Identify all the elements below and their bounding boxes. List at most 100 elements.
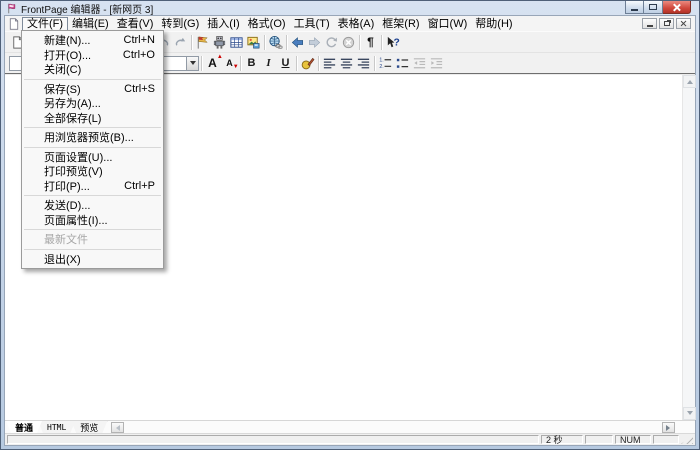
decrease-text-size-button[interactable]: A▼ bbox=[221, 55, 238, 72]
numbered-list-icon: 1.2. bbox=[378, 56, 393, 71]
status-cell-empty bbox=[653, 435, 679, 444]
show-todo-list-button[interactable] bbox=[211, 34, 228, 51]
document-system-icon[interactable] bbox=[8, 18, 20, 30]
insert-table-icon bbox=[229, 35, 244, 50]
arrow-left-icon bbox=[113, 425, 120, 431]
paragraph-mark-icon: ¶ bbox=[367, 35, 374, 49]
mdi-minimize-button[interactable] bbox=[642, 18, 657, 29]
titlebar[interactable]: FrontPage 编辑器 - [新网页 3] bbox=[1, 1, 699, 15]
numbered-list-button[interactable]: 1.2. bbox=[377, 55, 394, 72]
redo-button[interactable] bbox=[172, 34, 189, 51]
font-combo-dropdown-button[interactable] bbox=[186, 57, 198, 70]
resize-grip[interactable] bbox=[681, 435, 693, 444]
menubar-item-window[interactable]: 窗口(W) bbox=[424, 17, 472, 31]
redo-icon bbox=[173, 35, 188, 50]
menu-item-close[interactable]: 关闭(C) bbox=[22, 62, 163, 77]
help-button[interactable]: ? bbox=[384, 34, 401, 51]
menu-item-save-as[interactable]: 另存为(A)... bbox=[22, 96, 163, 111]
menubar-item-tools[interactable]: 工具(T) bbox=[290, 17, 334, 31]
menu-item-preview-in-browser[interactable]: 用浏览器预览(B)... bbox=[22, 130, 163, 145]
menu-item-page-properties[interactable]: 页面属性(I)... bbox=[22, 213, 163, 228]
align-center-button[interactable] bbox=[338, 55, 355, 72]
menu-item-send[interactable]: 发送(D)... bbox=[22, 198, 163, 213]
menu-item-print-preview[interactable]: 打印预览(V) bbox=[22, 164, 163, 179]
show-frontpage-explorer-button[interactable] bbox=[194, 34, 211, 51]
menubar-item-go[interactable]: 转到(G) bbox=[157, 17, 203, 31]
stop-button[interactable] bbox=[340, 34, 357, 51]
menubar-item-insert[interactable]: 插入(I) bbox=[203, 17, 243, 31]
menubar-item-format[interactable]: 格式(O) bbox=[244, 17, 290, 31]
minimize-icon bbox=[631, 9, 638, 11]
close-button[interactable] bbox=[663, 1, 691, 14]
menubar-item-table[interactable]: 表格(A) bbox=[334, 17, 379, 31]
arrow-right-icon bbox=[666, 425, 673, 431]
tab-html[interactable]: HTML bbox=[38, 421, 75, 433]
todo-robot-icon bbox=[212, 35, 227, 50]
show-paragraph-marks-button[interactable]: ¶ bbox=[362, 34, 379, 51]
menu-item-print[interactable]: 打印(P)...Ctrl+P bbox=[22, 179, 163, 194]
menubar-item-file[interactable]: 文件(F) bbox=[22, 17, 68, 31]
menu-item-page-setup[interactable]: 页面设置(U)... bbox=[22, 150, 163, 165]
create-hyperlink-button[interactable] bbox=[267, 34, 284, 51]
mdi-minimize-icon bbox=[647, 25, 653, 27]
tab-normal[interactable]: 普通 bbox=[6, 421, 42, 433]
menu-item-exit[interactable]: 退出(X) bbox=[22, 252, 163, 267]
mdi-restore-button[interactable] bbox=[659, 18, 674, 29]
bold-icon: B bbox=[248, 57, 256, 69]
increase-indent-button[interactable] bbox=[428, 55, 445, 72]
scroll-down-button[interactable] bbox=[683, 407, 696, 420]
menu-item-new[interactable]: 新建(N)...Ctrl+N bbox=[22, 33, 163, 48]
align-right-button[interactable] bbox=[355, 55, 372, 72]
align-left-button[interactable] bbox=[321, 55, 338, 72]
toolbar-separator bbox=[296, 56, 297, 71]
menu-bar: 文件(F) 编辑(E) 查看(V) 转到(G) 插入(I) 格式(O) 工具(T… bbox=[5, 16, 695, 31]
maximize-button[interactable] bbox=[644, 1, 663, 14]
align-left-icon bbox=[322, 56, 337, 71]
tab-preview[interactable]: 预览 bbox=[71, 421, 107, 433]
text-color-button[interactable] bbox=[299, 55, 316, 72]
toolbar-separator bbox=[381, 35, 382, 50]
arrow-up-icon bbox=[687, 77, 693, 84]
tab-html-label: HTML bbox=[47, 423, 66, 432]
view-tab-bar: 普通 HTML 预览 bbox=[5, 420, 695, 433]
menubar-item-view[interactable]: 查看(V) bbox=[113, 17, 158, 31]
status-cell-empty bbox=[585, 435, 613, 444]
frontpage-app-icon bbox=[6, 3, 17, 14]
align-center-icon bbox=[339, 56, 354, 71]
hscroll-left-button[interactable] bbox=[111, 422, 124, 433]
menubar-item-help[interactable]: 帮助(H) bbox=[471, 17, 516, 31]
menu-separator bbox=[24, 249, 161, 250]
bulleted-list-button[interactable] bbox=[394, 55, 411, 72]
refresh-button[interactable] bbox=[323, 34, 340, 51]
explorer-flag-icon bbox=[195, 35, 210, 50]
hscroll-right-button[interactable] bbox=[662, 422, 675, 433]
menubar-item-frame[interactable]: 框架(R) bbox=[378, 17, 423, 31]
horizontal-scrollbar-track[interactable] bbox=[124, 421, 658, 433]
italic-button[interactable]: I bbox=[260, 55, 277, 72]
increase-text-size-button[interactable]: A▲ bbox=[204, 55, 221, 72]
decrease-indent-button[interactable] bbox=[411, 55, 428, 72]
minimize-button[interactable] bbox=[625, 1, 644, 14]
svg-text:1.: 1. bbox=[379, 57, 383, 63]
toolbar-separator bbox=[359, 35, 360, 50]
increase-indent-icon bbox=[429, 56, 444, 71]
insert-image-button[interactable] bbox=[245, 34, 262, 51]
insert-table-button[interactable] bbox=[228, 34, 245, 51]
bulleted-list-icon bbox=[395, 56, 410, 71]
mdi-close-button[interactable] bbox=[676, 18, 691, 29]
bold-button[interactable]: B bbox=[243, 55, 260, 72]
menu-item-save-all[interactable]: 全部保存(L) bbox=[22, 111, 163, 126]
menubar-item-edit[interactable]: 编辑(E) bbox=[68, 17, 113, 31]
mdi-restore-icon bbox=[664, 21, 670, 26]
menu-item-save[interactable]: 保存(S)Ctrl+S bbox=[22, 82, 163, 97]
menu-separator bbox=[24, 79, 161, 80]
toolbar-separator bbox=[286, 35, 287, 50]
back-button[interactable] bbox=[289, 34, 306, 51]
forward-button[interactable] bbox=[306, 34, 323, 51]
status-load-time: 2 秒 bbox=[541, 435, 583, 444]
menu-item-open[interactable]: 打开(O)...Ctrl+O bbox=[22, 48, 163, 63]
scroll-up-button[interactable] bbox=[683, 75, 696, 88]
underline-button[interactable]: U bbox=[277, 55, 294, 72]
vertical-scrollbar[interactable] bbox=[682, 75, 695, 420]
toolbar-separator bbox=[264, 35, 265, 50]
